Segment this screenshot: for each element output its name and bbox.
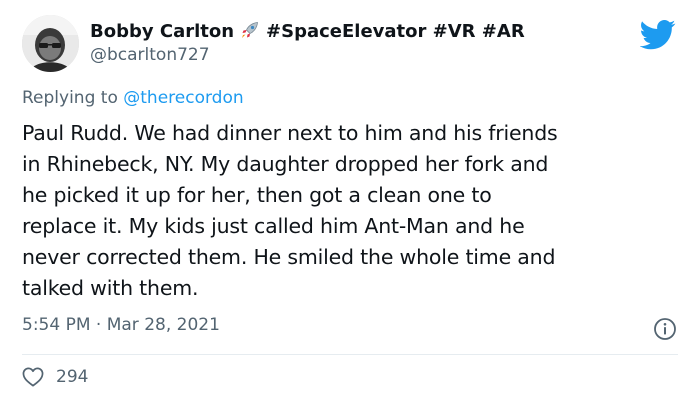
heart-icon xyxy=(22,367,44,387)
tweet-text-line: in Rhinebeck, NY. My daughter dropped he… xyxy=(22,152,549,176)
tweet-text-line: never corrected them. He smiled the whol… xyxy=(22,245,556,269)
like-count: 294 xyxy=(56,367,89,387)
replying-to: Replying to @therecordon xyxy=(22,88,244,108)
author-handle[interactable]: @bcarlton727 xyxy=(90,45,210,65)
author-name-suffix: #SpaceElevator #VR #AR xyxy=(266,21,525,42)
tweet-text-line: he picked it up for her, then got a clea… xyxy=(22,183,492,207)
info-icon[interactable] xyxy=(653,317,677,341)
author-display-name: Bobby Carlton xyxy=(90,21,235,42)
rocket-icon xyxy=(240,20,260,45)
avatar-photo-icon xyxy=(22,15,79,72)
like-button[interactable]: 294 xyxy=(22,367,88,387)
author-name[interactable]: Bobby Carlton #SpaceElevator #VR #AR xyxy=(90,20,525,45)
twitter-bird-icon[interactable] xyxy=(640,20,676,50)
tweet-timestamp[interactable]: 5:54 PM · Mar 28, 2021 xyxy=(22,315,220,335)
tweet-text-line: replace it. My kids just called him Ant-… xyxy=(22,214,525,238)
replying-to-label: Replying to xyxy=(22,88,124,108)
reply-mention-link[interactable]: @therecordon xyxy=(123,88,243,108)
tweet-text: Paul Rudd. We had dinner next to him and… xyxy=(22,118,682,304)
tweet-card: Bobby Carlton #SpaceElevator #VR #AR @bc… xyxy=(0,0,700,408)
avatar[interactable] xyxy=(22,15,79,72)
divider xyxy=(22,354,678,355)
tweet-text-line: Paul Rudd. We had dinner next to him and… xyxy=(22,121,558,145)
tweet-text-line: talked with them. xyxy=(22,276,199,300)
